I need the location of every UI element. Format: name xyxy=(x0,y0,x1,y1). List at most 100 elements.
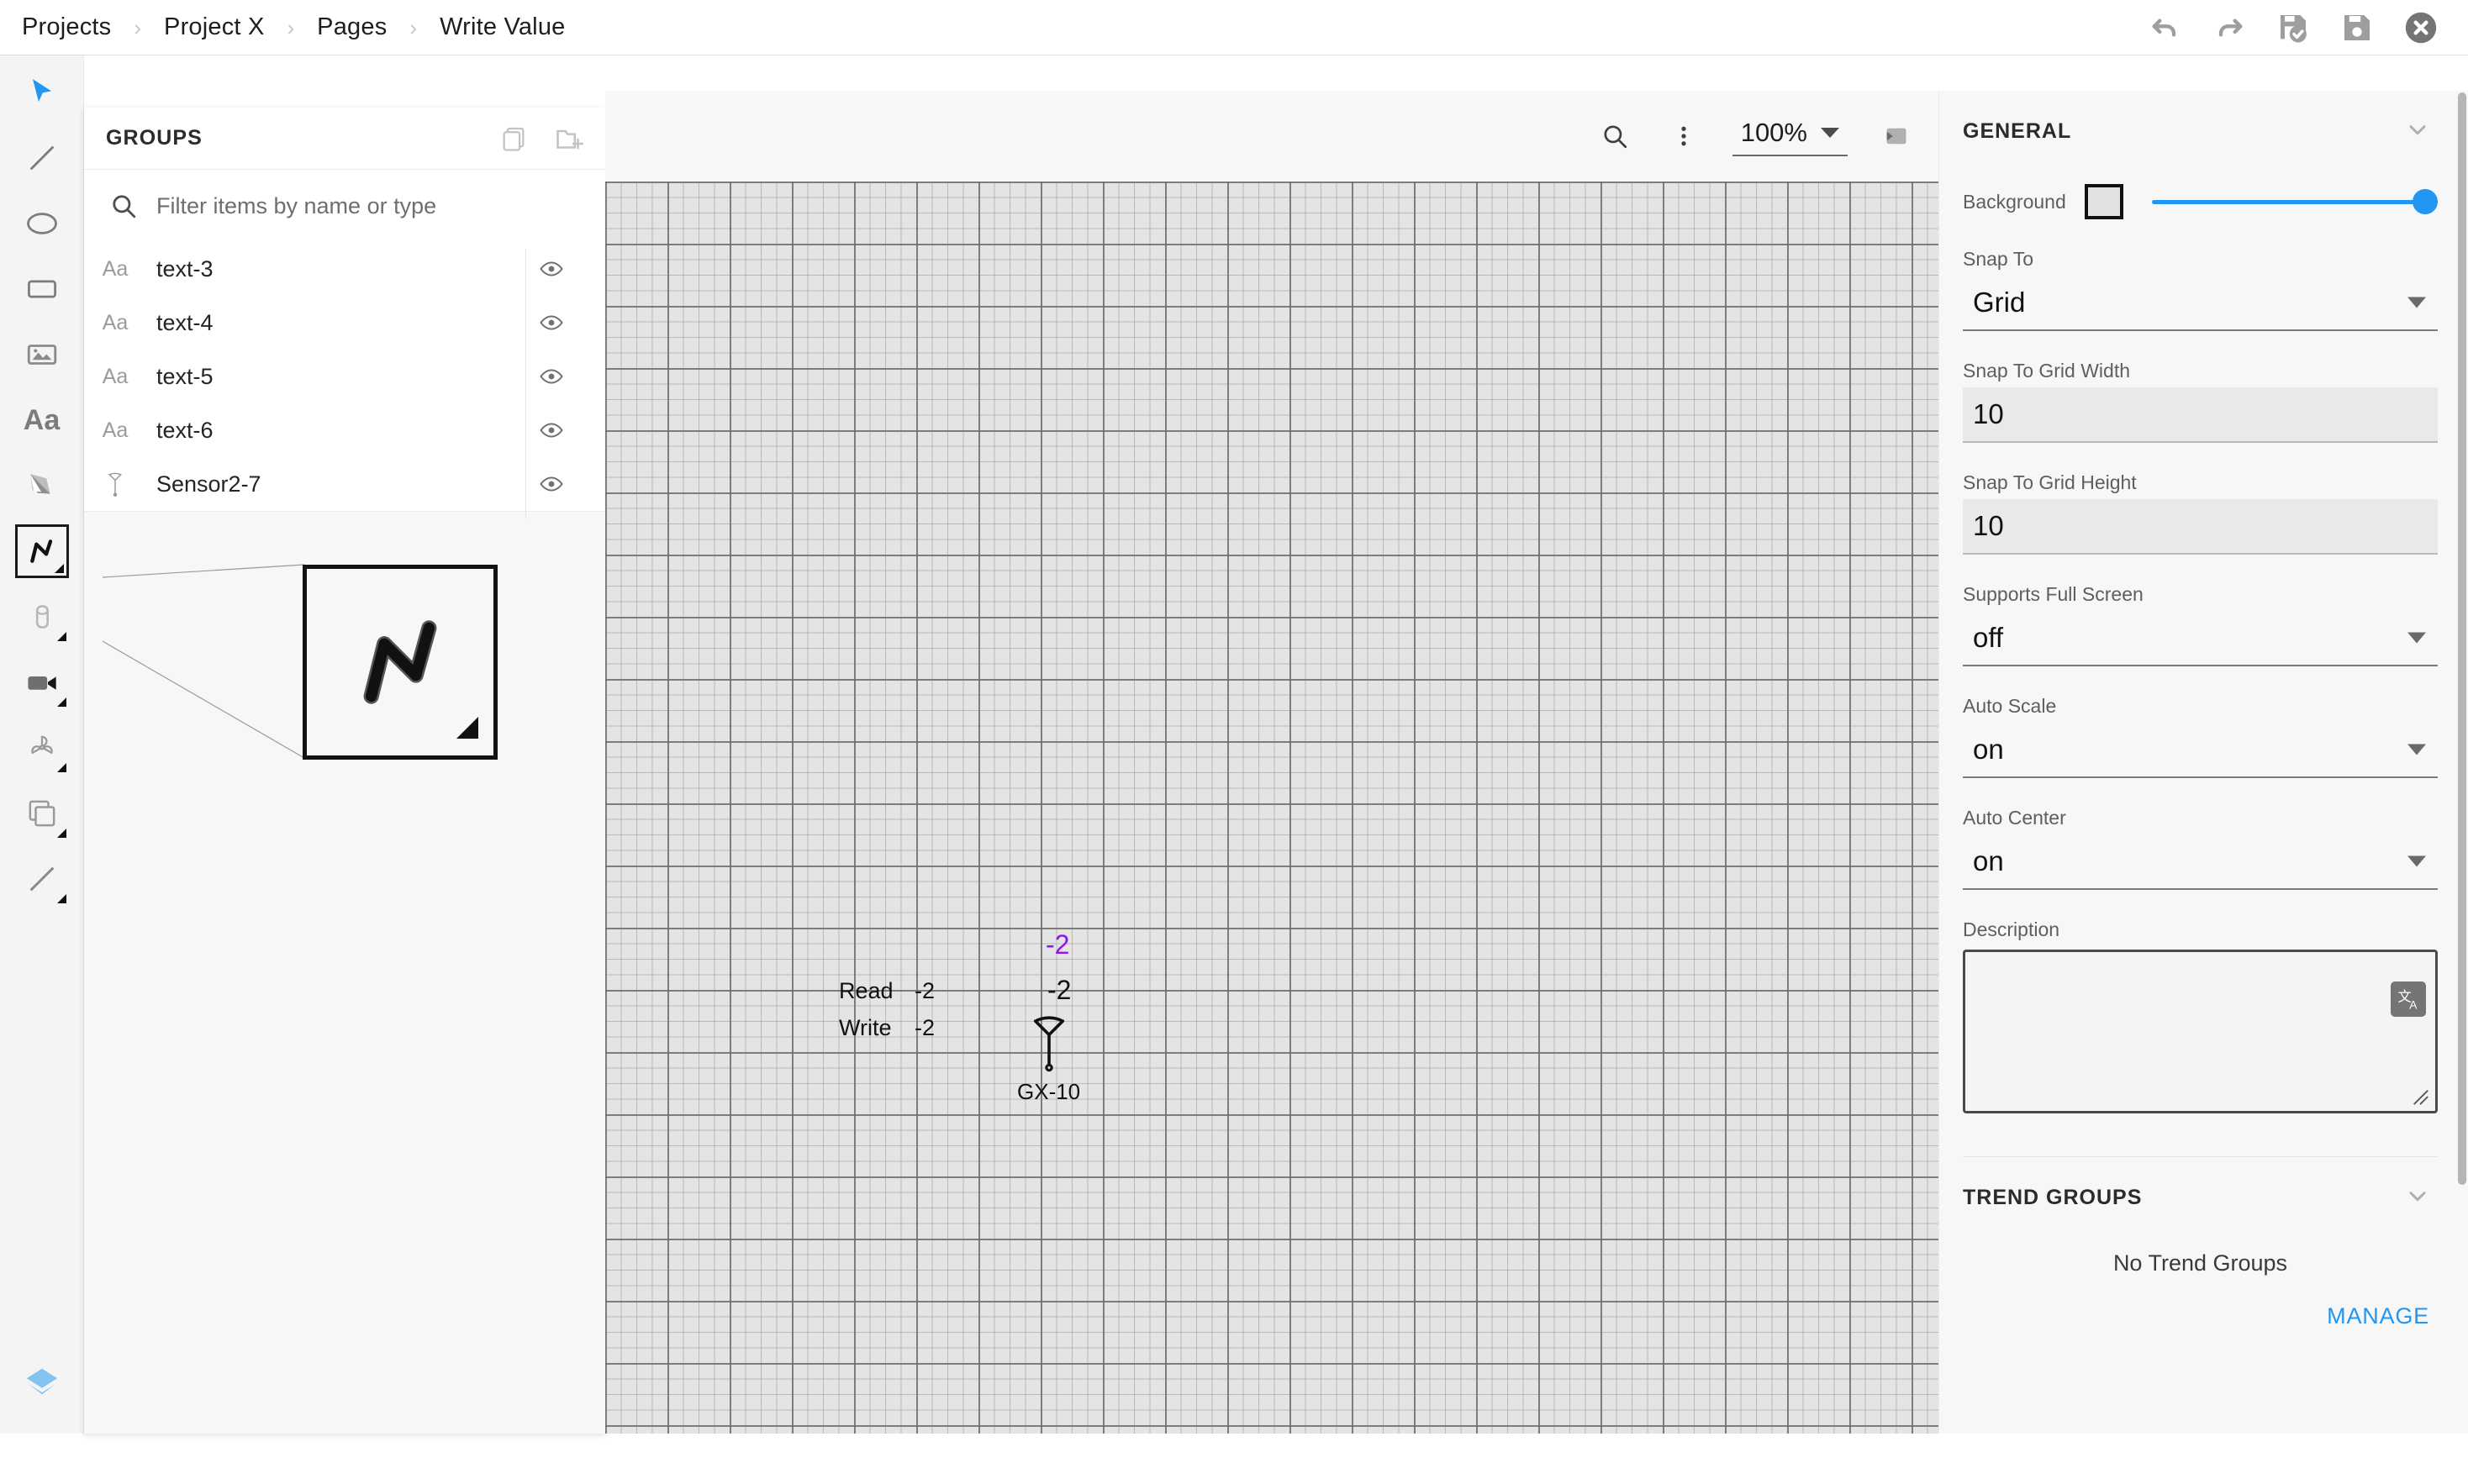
visibility-eye-icon[interactable] xyxy=(535,306,568,339)
group-row-sensor2-7[interactable]: Sensor2-7 xyxy=(84,457,605,511)
snap-to-select[interactable]: Grid xyxy=(1963,276,2438,331)
background-label: Background xyxy=(1963,190,2066,213)
page-editor-app: Projects › Project X › Pages › Write Val… xyxy=(0,0,2468,1484)
description-textarea[interactable] xyxy=(1963,950,2438,1113)
field-snap-grid-height: Snap To Grid Height xyxy=(1963,471,2438,555)
trend-groups-actions: MANAGE xyxy=(1939,1276,2461,1329)
visibility-eye-icon[interactable] xyxy=(535,467,568,501)
snap-grid-width-input[interactable] xyxy=(1963,387,2438,443)
properties-scroll-area: GENERAL Background Snap To Grid Snap To … xyxy=(1939,91,2468,1434)
zoom-level-value: 100% xyxy=(1740,118,1807,147)
background-opacity-slider[interactable] xyxy=(2151,187,2438,217)
snap-grid-height-input[interactable] xyxy=(1963,499,2438,555)
field-auto-center: Auto Center on xyxy=(1963,807,2438,890)
canvas-area: 100% Read -2 Write -2 -2 -2 GX-10 xyxy=(605,91,1938,1434)
description-wrapper: 文 A xyxy=(1963,950,2438,1118)
breadcrumb-separator: › xyxy=(134,14,142,40)
visibility-eye-icon[interactable] xyxy=(535,252,568,286)
canvas-write-value: -2 xyxy=(915,1015,936,1040)
group-item-label: Sensor2-7 xyxy=(156,471,261,497)
tool-tank[interactable] xyxy=(15,590,69,644)
tool-trend-zigzag[interactable] xyxy=(14,524,69,578)
group-row-text-4[interactable]: Aa text-4 xyxy=(84,296,605,350)
manage-button[interactable]: MANAGE xyxy=(2327,1303,2429,1329)
trend-groups-section-header: TREND GROUPS xyxy=(1939,1157,2461,1213)
select-value: Grid xyxy=(1973,287,2026,318)
background-color-swatch[interactable] xyxy=(2084,184,2123,219)
collapse-panel-icon[interactable] xyxy=(1876,116,1917,156)
translate-icon[interactable]: 文 A xyxy=(2391,981,2426,1017)
field-auto-scale: Auto Scale on xyxy=(1963,695,2438,778)
tool-preview-box xyxy=(303,565,498,760)
breadcrumb-separator: › xyxy=(409,14,418,40)
tool-pen[interactable] xyxy=(15,459,69,513)
group-row-text-3[interactable]: Aa text-3 xyxy=(84,242,605,296)
breadcrumb-item-project-x[interactable]: Project X xyxy=(164,13,264,41)
tool-preview-submenu-indicator xyxy=(456,717,478,739)
close-icon[interactable] xyxy=(2402,9,2439,46)
text-type-icon: Aa xyxy=(102,364,129,388)
tool-fan[interactable] xyxy=(15,721,69,775)
tool-image[interactable] xyxy=(15,328,69,382)
field-label: Supports Full Screen xyxy=(1963,583,2144,605)
breadcrumb-separator: › xyxy=(287,14,295,40)
tool-rectangle[interactable] xyxy=(15,262,69,316)
redo-icon[interactable] xyxy=(2211,9,2248,46)
canvas-read-label: Read xyxy=(839,978,894,1003)
chevron-down-icon[interactable] xyxy=(2404,1182,2431,1213)
layers-icon[interactable] xyxy=(15,1356,69,1410)
general-section-title: GENERAL xyxy=(1963,119,2072,143)
trend-zigzag-preview-icon xyxy=(363,620,437,704)
supports-full-screen-select[interactable]: off xyxy=(1963,611,2438,666)
auto-center-select[interactable]: on xyxy=(1963,834,2438,890)
tool-submenu-indicator xyxy=(56,894,66,903)
canvas-grid[interactable]: Read -2 Write -2 -2 -2 GX-10 xyxy=(605,182,1938,1434)
zoom-level-select[interactable]: 100% xyxy=(1732,114,1848,156)
group-row-text-5[interactable]: Aa text-5 xyxy=(84,350,605,403)
field-snap-to: Snap To Grid xyxy=(1963,248,2438,331)
text-type-icon: Aa xyxy=(102,256,129,281)
visibility-eye-icon[interactable] xyxy=(535,360,568,393)
sensor-icon xyxy=(91,470,140,498)
tool-text[interactable]: Aa xyxy=(15,393,69,447)
field-label: Snap To xyxy=(1963,248,2033,270)
duplicate-icon[interactable] xyxy=(496,121,531,156)
groups-panel-title: GROUPS xyxy=(106,126,203,150)
tool-connector-line[interactable] xyxy=(15,852,69,906)
tool-copy-shapes[interactable] xyxy=(15,787,69,840)
field-snap-grid-width: Snap To Grid Width xyxy=(1963,360,2438,443)
tool-camera[interactable] xyxy=(15,655,69,709)
groups-list-divider xyxy=(84,511,605,512)
groups-filter-input[interactable] xyxy=(156,192,526,219)
breadcrumb-item-pages[interactable]: Pages xyxy=(317,13,387,41)
canvas-sensor-symbol[interactable] xyxy=(1029,1010,1069,1076)
group-item-label: text-5 xyxy=(156,363,214,389)
slider-thumb[interactable] xyxy=(2413,189,2438,214)
tool-select-cursor[interactable] xyxy=(15,66,69,119)
group-row-text-6[interactable]: Aa text-6 xyxy=(84,403,605,457)
canvas-more-menu-icon[interactable] xyxy=(1664,116,1704,156)
slider-track xyxy=(2151,199,2438,204)
properties-panel: GENERAL Background Snap To Grid Snap To … xyxy=(1938,91,2468,1434)
field-label: Auto Center xyxy=(1963,807,2066,829)
auto-scale-select[interactable]: on xyxy=(1963,723,2438,778)
new-folder-icon[interactable] xyxy=(551,121,587,156)
visibility-eye-icon[interactable] xyxy=(535,413,568,447)
canvas-search-icon[interactable] xyxy=(1595,116,1635,156)
properties-scrollbar[interactable] xyxy=(2458,92,2466,1185)
canvas-toolbar: 100% xyxy=(605,91,1938,182)
select-value: on xyxy=(1973,734,2004,765)
select-value: on xyxy=(1973,845,2004,876)
undo-icon[interactable] xyxy=(2147,9,2184,46)
save-icon[interactable] xyxy=(2339,9,2376,46)
canvas-purple-value: -2 xyxy=(1046,929,1070,960)
breadcrumb-item-projects[interactable]: Projects xyxy=(22,13,111,41)
tool-ellipse[interactable] xyxy=(15,197,69,250)
chevron-down-icon xyxy=(2407,297,2426,308)
chevron-down-icon[interactable] xyxy=(2404,116,2431,147)
trend-groups-empty-text: No Trend Groups xyxy=(2112,1250,2288,1276)
canvas-black-value: -2 xyxy=(1047,975,1072,1005)
groups-panel: GROUPS Filter items by name or type Aa t… xyxy=(84,108,605,1434)
tool-line[interactable] xyxy=(15,131,69,185)
save-and-close-icon[interactable] xyxy=(2275,9,2312,46)
